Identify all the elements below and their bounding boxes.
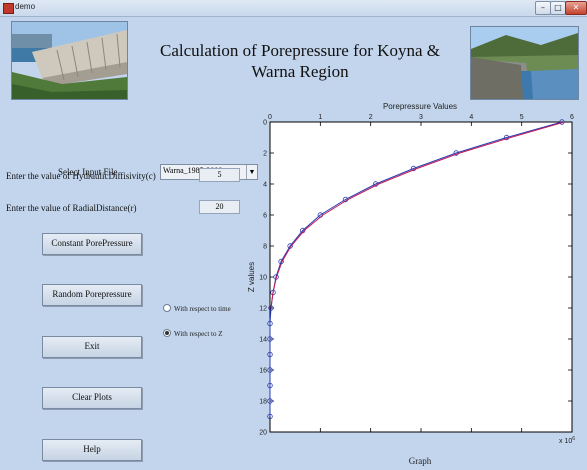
minimize-button[interactable]: – xyxy=(535,1,551,15)
y-tick-label: 14 xyxy=(259,337,267,344)
x-tick-label: 0 xyxy=(268,114,272,121)
x-tick-label: 6 xyxy=(570,114,574,121)
x-axis-label: Graph xyxy=(409,456,432,466)
title-line-2: Warna Region xyxy=(251,62,349,81)
title-line-1: Calculation of Porepressure for Koyna & xyxy=(160,41,440,60)
dam-photo-right xyxy=(470,26,579,100)
porepressure-plot: Porepressure Values 0123456 024681012141… xyxy=(247,102,575,466)
constant-porepressure-button[interactable]: Constant PorePressure xyxy=(42,233,142,255)
close-button[interactable]: ✕ xyxy=(565,1,587,15)
x-tick-label: 5 xyxy=(520,114,524,121)
x-tick-label: 1 xyxy=(318,114,322,121)
radio-time-indicator[interactable] xyxy=(163,304,171,312)
x-tick-label: 4 xyxy=(469,114,473,121)
x-tick-label: 2 xyxy=(369,114,373,121)
radio-time-label: With respect to time xyxy=(174,305,231,313)
chart-title: Porepressure Values xyxy=(383,102,457,111)
y-tick-label: 20 xyxy=(259,430,267,437)
maximize-button[interactable]: □ xyxy=(550,1,566,15)
matlab-app-icon xyxy=(3,3,14,14)
hydraulic-diffusivity-input[interactable]: 5 xyxy=(199,168,240,182)
radio-z-indicator[interactable] xyxy=(163,329,171,337)
y-tick-label: 0 xyxy=(263,120,267,127)
radio-respect-to-time[interactable]: With respect to time xyxy=(163,304,231,313)
dam-photo-left xyxy=(11,21,128,100)
x-tick-label: 3 xyxy=(419,114,423,121)
random-porepressure-button[interactable]: Random Porepressure xyxy=(42,284,142,306)
radial-distance-input[interactable]: 20 xyxy=(199,200,240,214)
hydraulic-diffusivity-label: Enter the value of HydraulicDiffisivity(… xyxy=(6,171,156,181)
app-window: demo – □ ✕ Calculation of Porepressure f… xyxy=(0,0,587,470)
x-exponent-label: x 106 xyxy=(559,436,575,445)
radio-z-label: With respect to Z xyxy=(174,330,223,338)
clear-plots-button[interactable]: Clear Plots xyxy=(42,387,142,409)
y-tick-label: 6 xyxy=(263,213,267,220)
y-tick-label: 12 xyxy=(259,306,267,313)
plot-frame xyxy=(269,121,573,433)
y-tick-label: 2 xyxy=(263,151,267,158)
page-title: Calculation of Porepressure for Koyna & … xyxy=(140,40,460,82)
help-button[interactable]: Help xyxy=(42,439,142,461)
y-tick-label: 10 xyxy=(259,275,267,282)
radio-respect-to-z[interactable]: With respect to Z xyxy=(163,329,223,338)
y-tick-label: 4 xyxy=(263,182,267,189)
exit-button[interactable]: Exit xyxy=(42,336,142,358)
y-tick-label: 16 xyxy=(259,368,267,375)
window-title: demo xyxy=(15,2,36,11)
title-bar: demo – □ ✕ xyxy=(0,0,587,17)
y-tick-label: 8 xyxy=(263,244,267,251)
y-tick-label: 18 xyxy=(259,399,267,406)
radial-distance-label: Enter the value of RadialDistance(r) xyxy=(6,203,137,213)
y-axis-label: Z values xyxy=(247,262,256,292)
